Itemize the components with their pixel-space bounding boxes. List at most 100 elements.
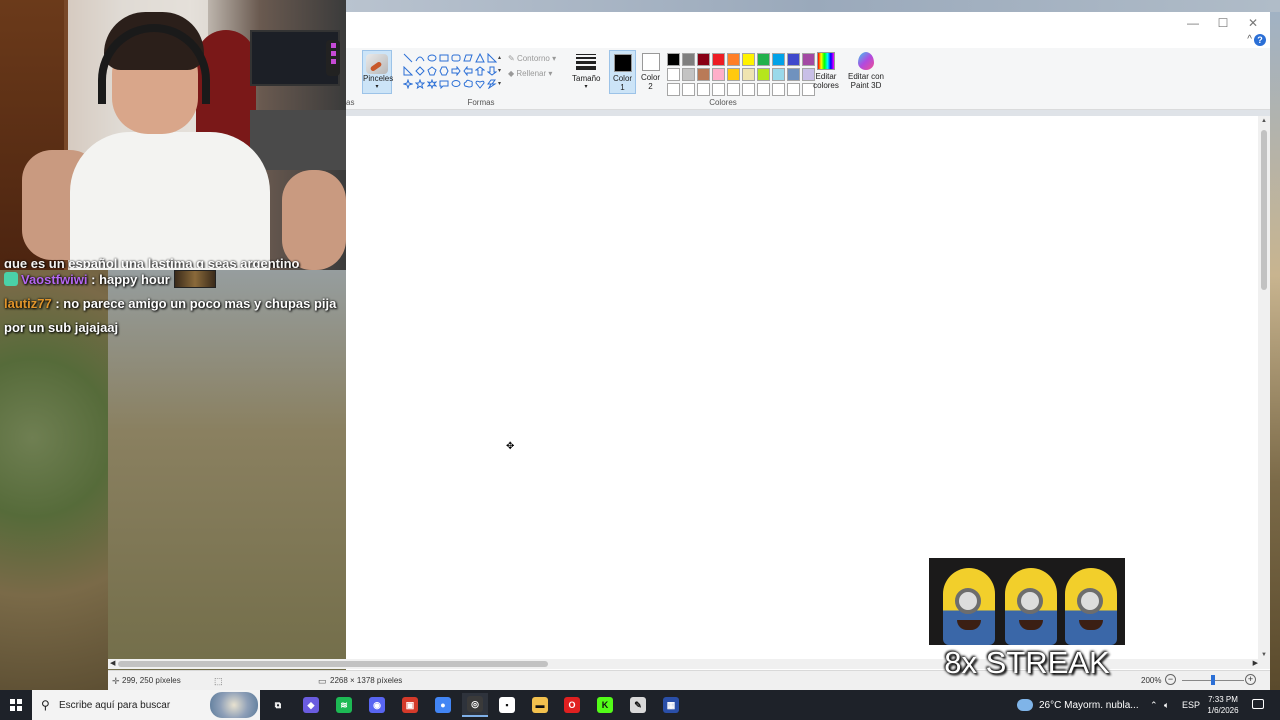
palette-color-swatch[interactable] — [727, 68, 740, 81]
shape-tool-icon[interactable] — [402, 52, 413, 63]
chat-message: lautiz77 : no parece amigo un poco mas y… — [0, 292, 346, 340]
color2-selector[interactable]: Color 2 — [637, 50, 664, 94]
shape-tool-icon[interactable] — [414, 78, 425, 89]
palette-color-swatch[interactable] — [712, 68, 725, 81]
zoom-out-button[interactable]: − — [1165, 674, 1176, 685]
palette-color-swatch[interactable] — [712, 83, 725, 96]
taskbar-app-paint[interactable]: ✎ — [625, 693, 651, 717]
palette-color-swatch[interactable] — [787, 53, 800, 66]
color1-selector[interactable]: Color 1 — [609, 50, 636, 94]
color2-swatch — [641, 53, 660, 71]
palette-color-swatch[interactable] — [787, 68, 800, 81]
taskbar-app-discord[interactable]: ◉ — [364, 693, 390, 717]
zoom-slider-thumb[interactable] — [1211, 675, 1215, 685]
help-icon[interactable]: ? — [1254, 34, 1266, 46]
shape-tool-icon[interactable] — [450, 65, 461, 76]
taskbar-app-copilot[interactable]: ◆ — [298, 693, 324, 717]
palette-color-swatch[interactable] — [697, 83, 710, 96]
language-indicator[interactable]: ESP — [1182, 700, 1200, 710]
shapes-gallery-scroll[interactable]: ▴ ▾ ▾ — [498, 52, 504, 92]
brushes-button[interactable]: Pinceles ▾ — [362, 50, 393, 94]
fill-button[interactable]: ◆ Rellenar ▾ — [508, 69, 552, 78]
taskbar-app-epic[interactable]: ▪ — [494, 693, 520, 717]
palette-color-swatch[interactable] — [787, 83, 800, 96]
taskbar-app-kick[interactable]: K — [592, 693, 618, 717]
taskbar-app-stream-app[interactable]: ▣ — [397, 693, 423, 717]
minimize-button[interactable]: — — [1178, 14, 1208, 32]
shape-tool-icon[interactable] — [414, 65, 425, 76]
shape-tool-icon[interactable] — [426, 78, 437, 89]
palette-color-swatch[interactable] — [712, 53, 725, 66]
shape-tool-icon[interactable] — [474, 78, 485, 89]
palette-color-swatch[interactable] — [742, 83, 755, 96]
edit-with-paint3d-button[interactable]: Editar con Paint 3D — [846, 52, 886, 90]
shape-tool-icon[interactable] — [426, 52, 437, 63]
palette-color-swatch[interactable] — [772, 53, 785, 66]
palette-color-swatch[interactable] — [772, 68, 785, 81]
taskbar-app-obs[interactable]: ◎ — [462, 693, 488, 717]
shape-tool-icon[interactable] — [486, 52, 497, 63]
taskbar-app-chrome[interactable]: ● — [430, 693, 456, 717]
taskbar-app-spotify[interactable]: ≋ — [331, 693, 357, 717]
palette-color-swatch[interactable] — [667, 53, 680, 66]
vertical-scrollbar[interactable]: ▲ ▼ — [1258, 116, 1270, 660]
scroll-up-icon[interactable]: ▲ — [1258, 118, 1270, 124]
taskbar-search[interactable]: ⚲ Escribe aquí para buscar — [32, 690, 260, 720]
palette-color-swatch[interactable] — [727, 53, 740, 66]
palette-color-swatch[interactable] — [667, 68, 680, 81]
palette-color-swatch[interactable] — [682, 83, 695, 96]
palette-color-swatch[interactable] — [757, 68, 770, 81]
shape-tool-icon[interactable] — [450, 52, 461, 63]
shape-tool-icon[interactable] — [462, 65, 473, 76]
close-button[interactable]: ✕ — [1238, 14, 1268, 32]
shape-tool-icon[interactable] — [474, 52, 485, 63]
taskbar-app-file-explorer[interactable]: ▬ — [527, 693, 553, 717]
scroll-right-icon[interactable]: ▶ — [1253, 659, 1258, 667]
maximize-button[interactable]: ☐ — [1208, 14, 1238, 32]
scroll-left-icon[interactable]: ◀ — [110, 659, 115, 667]
horizontal-scroll-thumb[interactable] — [118, 661, 548, 667]
shape-tool-icon[interactable] — [462, 78, 473, 89]
shape-tool-icon[interactable] — [450, 78, 461, 89]
speaker-icon[interactable]: 🔈︎ — [1164, 700, 1169, 711]
shape-tool-icon[interactable] — [414, 52, 425, 63]
scroll-down-icon[interactable]: ▼ — [1258, 652, 1270, 658]
shape-tool-icon[interactable] — [402, 65, 413, 76]
shape-tool-icon[interactable] — [438, 52, 449, 63]
palette-color-swatch[interactable] — [682, 53, 695, 66]
palette-color-swatch[interactable] — [682, 68, 695, 81]
shape-tool-icon[interactable] — [438, 78, 449, 89]
shape-tool-icon[interactable] — [402, 78, 413, 89]
size-button[interactable]: Tamaño ▾ — [572, 52, 600, 98]
contour-button[interactable]: ✎ Contorno ▾ — [508, 54, 556, 63]
shape-tool-icon[interactable] — [462, 52, 473, 63]
palette-color-swatch[interactable] — [757, 83, 770, 96]
palette-color-swatch[interactable] — [757, 53, 770, 66]
shapes-group-label: Formas — [467, 98, 495, 107]
palette-color-swatch[interactable] — [772, 83, 785, 96]
palette-color-swatch[interactable] — [742, 53, 755, 66]
palette-color-swatch[interactable] — [742, 68, 755, 81]
palette-color-swatch[interactable] — [727, 83, 740, 96]
edit-colors-button[interactable]: Editar colores — [812, 52, 840, 90]
vertical-scroll-thumb[interactable] — [1261, 130, 1267, 290]
chevron-up-icon[interactable]: ⌃ — [1150, 700, 1158, 711]
notifications-icon[interactable] — [1252, 699, 1264, 709]
start-button[interactable] — [0, 690, 32, 720]
ribbon-collapse-button[interactable]: ^ — [1247, 34, 1252, 45]
shape-tool-icon[interactable] — [486, 65, 497, 76]
shape-tool-icon[interactable] — [438, 65, 449, 76]
palette-color-swatch[interactable] — [697, 53, 710, 66]
shape-tool-icon[interactable] — [426, 65, 437, 76]
clock[interactable]: 7:33 PM 1/6/2026 — [1202, 694, 1244, 716]
search-icon: ⚲ — [41, 698, 50, 712]
palette-color-swatch[interactable] — [667, 83, 680, 96]
shape-tool-icon[interactable] — [474, 65, 485, 76]
zoom-in-button[interactable]: + — [1245, 674, 1256, 685]
shape-tool-icon[interactable] — [486, 78, 497, 89]
chat-username: Vaostfwiwi — [21, 272, 88, 287]
palette-color-swatch[interactable] — [697, 68, 710, 81]
taskbar-app-opera[interactable]: O — [559, 693, 585, 717]
taskbar-app-calculator[interactable]: ▦ — [658, 693, 684, 717]
taskbar-app-task-view[interactable]: ⧉ — [265, 693, 291, 717]
